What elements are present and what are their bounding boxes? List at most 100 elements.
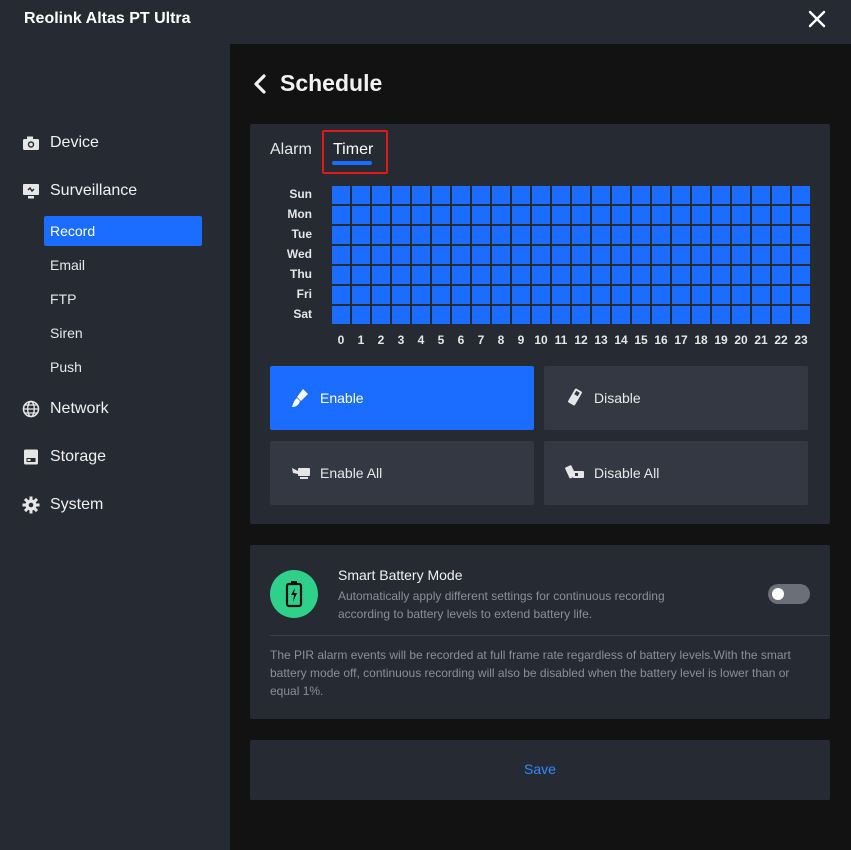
schedule-cell[interactable] bbox=[592, 266, 610, 284]
schedule-cell[interactable] bbox=[552, 186, 570, 204]
schedule-cell[interactable] bbox=[352, 226, 370, 244]
schedule-cell[interactable] bbox=[432, 206, 450, 224]
schedule-cell[interactable] bbox=[372, 206, 390, 224]
schedule-cell[interactable] bbox=[412, 246, 430, 264]
schedule-cell[interactable] bbox=[772, 206, 790, 224]
schedule-cell[interactable] bbox=[672, 186, 690, 204]
schedule-cell[interactable] bbox=[632, 246, 650, 264]
schedule-cell[interactable] bbox=[432, 286, 450, 304]
schedule-cell[interactable] bbox=[512, 286, 530, 304]
schedule-cell[interactable] bbox=[332, 266, 350, 284]
schedule-cell[interactable] bbox=[632, 226, 650, 244]
schedule-cell[interactable] bbox=[712, 186, 730, 204]
schedule-cell[interactable] bbox=[512, 226, 530, 244]
schedule-cell[interactable] bbox=[412, 226, 430, 244]
schedule-cell[interactable] bbox=[732, 266, 750, 284]
schedule-cell[interactable] bbox=[752, 186, 770, 204]
schedule-cell[interactable] bbox=[732, 246, 750, 264]
schedule-cell[interactable] bbox=[612, 266, 630, 284]
schedule-cell[interactable] bbox=[632, 266, 650, 284]
schedule-cell[interactable] bbox=[532, 286, 550, 304]
close-icon[interactable] bbox=[804, 6, 830, 32]
schedule-cell[interactable] bbox=[652, 246, 670, 264]
schedule-cell[interactable] bbox=[592, 226, 610, 244]
schedule-cell[interactable] bbox=[432, 226, 450, 244]
schedule-cell[interactable] bbox=[652, 186, 670, 204]
schedule-cell[interactable] bbox=[792, 266, 810, 284]
schedule-cell[interactable] bbox=[472, 306, 490, 324]
schedule-cell[interactable] bbox=[392, 286, 410, 304]
schedule-cell[interactable] bbox=[792, 286, 810, 304]
schedule-cell[interactable] bbox=[552, 306, 570, 324]
schedule-cell[interactable] bbox=[772, 246, 790, 264]
schedule-cell[interactable] bbox=[412, 186, 430, 204]
schedule-cell[interactable] bbox=[532, 266, 550, 284]
schedule-cell[interactable] bbox=[492, 266, 510, 284]
sidebar-subitem-siren[interactable]: Siren bbox=[44, 318, 202, 348]
schedule-cell[interactable] bbox=[572, 226, 590, 244]
schedule-cell[interactable] bbox=[712, 266, 730, 284]
schedule-cell[interactable] bbox=[712, 286, 730, 304]
sidebar-item-surveillance[interactable]: Surveillance bbox=[22, 179, 137, 203]
schedule-cell[interactable] bbox=[432, 266, 450, 284]
schedule-cell[interactable] bbox=[332, 286, 350, 304]
sidebar-subitem-push[interactable]: Push bbox=[44, 352, 202, 382]
schedule-cell[interactable] bbox=[452, 266, 470, 284]
schedule-cell[interactable] bbox=[752, 246, 770, 264]
schedule-cell[interactable] bbox=[752, 226, 770, 244]
sidebar-subitem-record[interactable]: Record bbox=[44, 216, 202, 246]
schedule-cell[interactable] bbox=[632, 306, 650, 324]
schedule-cell[interactable] bbox=[352, 306, 370, 324]
schedule-cell[interactable] bbox=[472, 266, 490, 284]
schedule-cell[interactable] bbox=[352, 206, 370, 224]
schedule-cell[interactable] bbox=[672, 226, 690, 244]
sidebar-item-storage[interactable]: Storage bbox=[22, 445, 106, 469]
schedule-cell[interactable] bbox=[692, 286, 710, 304]
schedule-cell[interactable] bbox=[332, 226, 350, 244]
sidebar-subitem-email[interactable]: Email bbox=[44, 250, 202, 280]
tab-timer[interactable]: Timer bbox=[333, 141, 373, 159]
schedule-cell[interactable] bbox=[772, 186, 790, 204]
schedule-cell[interactable] bbox=[792, 226, 810, 244]
schedule-cell[interactable] bbox=[352, 286, 370, 304]
schedule-cell[interactable] bbox=[472, 286, 490, 304]
schedule-cell[interactable] bbox=[652, 266, 670, 284]
schedule-cell[interactable] bbox=[432, 246, 450, 264]
schedule-cell[interactable] bbox=[672, 286, 690, 304]
schedule-cell[interactable] bbox=[452, 246, 470, 264]
schedule-cell[interactable] bbox=[632, 186, 650, 204]
sidebar-item-network[interactable]: Network bbox=[22, 397, 109, 421]
schedule-cell[interactable] bbox=[492, 226, 510, 244]
schedule-cell[interactable] bbox=[552, 266, 570, 284]
schedule-cell[interactable] bbox=[632, 206, 650, 224]
schedule-cell[interactable] bbox=[532, 206, 550, 224]
schedule-cell[interactable] bbox=[652, 286, 670, 304]
schedule-cell[interactable] bbox=[452, 306, 470, 324]
schedule-cell[interactable] bbox=[592, 306, 610, 324]
schedule-cell[interactable] bbox=[372, 306, 390, 324]
schedule-cell[interactable] bbox=[612, 226, 630, 244]
schedule-cell[interactable] bbox=[512, 186, 530, 204]
schedule-cell[interactable] bbox=[432, 306, 450, 324]
schedule-cell[interactable] bbox=[552, 226, 570, 244]
sidebar-subitem-ftp[interactable]: FTP bbox=[44, 284, 202, 314]
schedule-cell[interactable] bbox=[752, 266, 770, 284]
schedule-cell[interactable] bbox=[652, 306, 670, 324]
schedule-cell[interactable] bbox=[332, 186, 350, 204]
back-arrow-icon[interactable] bbox=[252, 73, 268, 95]
schedule-cell[interactable] bbox=[752, 306, 770, 324]
schedule-cell[interactable] bbox=[412, 206, 430, 224]
schedule-cell[interactable] bbox=[692, 186, 710, 204]
schedule-cell[interactable] bbox=[472, 246, 490, 264]
schedule-cell[interactable] bbox=[432, 186, 450, 204]
schedule-cell[interactable] bbox=[732, 306, 750, 324]
sidebar-item-system[interactable]: System bbox=[22, 493, 103, 517]
schedule-cell[interactable] bbox=[692, 266, 710, 284]
save-button[interactable]: Save bbox=[250, 740, 830, 800]
schedule-cell[interactable] bbox=[472, 226, 490, 244]
schedule-cell[interactable] bbox=[772, 266, 790, 284]
schedule-cell[interactable] bbox=[592, 186, 610, 204]
schedule-cell[interactable] bbox=[392, 186, 410, 204]
schedule-cell[interactable] bbox=[412, 306, 430, 324]
enable-all-button[interactable]: Enable All bbox=[270, 441, 534, 505]
